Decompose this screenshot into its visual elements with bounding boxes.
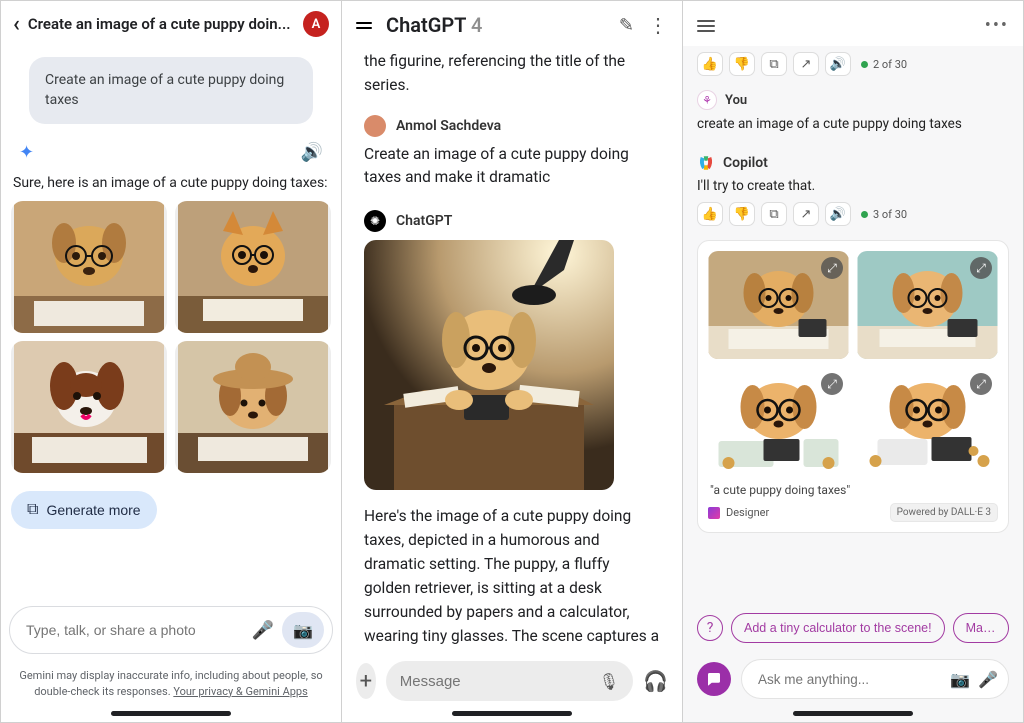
headphones-icon[interactable]: 🎧 (643, 669, 668, 693)
suggestion-row: ? Add a tiny calculator to the scene! Ma… (683, 601, 1023, 651)
suggestion-chip-1[interactable]: Add a tiny calculator to the scene! (731, 613, 945, 643)
user-message: Create an image of a cute puppy doing ta… (364, 143, 660, 190)
assistant-name: ChatGPT (396, 213, 452, 229)
image-caption: "a cute puppy doing taxes" (710, 483, 996, 497)
attach-icon[interactable]: + (356, 663, 376, 699)
copilot-header: ••• (683, 1, 1023, 46)
counter-2: 3 of 30 (861, 208, 907, 221)
expand-icon[interactable]: ⤢ (821, 257, 843, 279)
ask-input-wrapper[interactable]: 📷 🎤 (741, 659, 1009, 699)
share-icon[interactable]: ↗ (793, 202, 819, 226)
generated-image[interactable] (364, 240, 614, 490)
privacy-link[interactable]: Your privacy & Gemini Apps (173, 685, 307, 698)
images-icon: ⧉ (27, 501, 38, 519)
back-icon[interactable]: ‹ (13, 12, 20, 37)
copilot-image-4[interactable]: ⤢ (857, 367, 998, 475)
copilot-text-input[interactable] (758, 672, 942, 687)
help-icon[interactable]: ? (697, 615, 723, 641)
powered-by-label: Powered by DALL·E 3 (890, 503, 998, 522)
chatgpt-header: ChatGPT 4 ✎ ⋮ (342, 1, 682, 49)
suggestion-chip-2[interactable]: Make the puppy w (953, 613, 1009, 643)
copilot-image-3[interactable]: ⤢ (708, 367, 849, 475)
user-name: Anmol Sachdeva (396, 118, 501, 134)
mic-icon[interactable]: 🎤 (252, 620, 274, 641)
menu-icon[interactable] (356, 22, 372, 29)
gemini-input-bar[interactable]: 🎤 📷 (9, 606, 333, 654)
generated-image-grid (11, 201, 331, 473)
image-result-card: ⤢ ⤢ ⤢ ⤢ "a cute puppy doing taxes" Desig… (697, 240, 1009, 533)
home-indicator (111, 711, 231, 716)
designer-icon (708, 507, 720, 519)
chatgpt-avatar: ✺ (364, 210, 386, 232)
generate-more-button[interactable]: ⧉ Generate more (11, 491, 157, 529)
copilot-logo-icon (697, 154, 715, 172)
share-icon[interactable]: ↗ (793, 52, 819, 76)
copilot-image-1[interactable]: ⤢ (708, 251, 849, 359)
user-message-bubble: Create an image of a cute puppy doing ta… (29, 57, 313, 124)
gemini-header: ‹ Create an image of a cute puppy doin..… (1, 1, 341, 41)
assistant-description: Here's the image of a cute puppy doing t… (364, 504, 660, 651)
user-avatar (364, 115, 386, 137)
like-icon[interactable]: 👍 (697, 202, 723, 226)
new-chat-icon[interactable]: ✎ (619, 15, 634, 36)
counter-1: 2 of 30 (861, 58, 907, 71)
copilot-panel: ••• 👍 👎 ⧉ ↗ 🔊 2 of 30 ⚘ You create an im… (683, 1, 1023, 722)
generated-image-3[interactable] (11, 341, 167, 473)
speaker-icon[interactable]: 🔊 (301, 142, 323, 163)
expand-icon[interactable]: ⤢ (821, 373, 843, 395)
copilot-image-2[interactable]: ⤢ (857, 251, 998, 359)
read-aloud-icon[interactable]: 🔊 (825, 202, 851, 226)
gemini-panel: ‹ Create an image of a cute puppy doin..… (1, 1, 342, 722)
camera-icon[interactable]: 📷 (282, 612, 324, 648)
copilot-input-bar: 📷 🎤 (683, 651, 1023, 709)
action-row-1: 👍 👎 ⧉ ↗ 🔊 2 of 30 (697, 52, 1009, 76)
copilot-label: Copilot (723, 155, 768, 171)
chatgpt-panel: ChatGPT 4 ✎ ⋮ the figurine, referencing … (342, 1, 683, 722)
copy-icon[interactable]: ⧉ (761, 52, 787, 76)
expand-icon[interactable]: ⤢ (970, 373, 992, 395)
copilot-message: I'll try to create that. (697, 178, 1009, 194)
dislike-icon[interactable]: 👎 (729, 52, 755, 76)
conversation-title: Create an image of a cute puppy doin... (28, 15, 295, 33)
copy-icon[interactable]: ⧉ (761, 202, 787, 226)
chatgpt-text-input[interactable] (400, 673, 599, 690)
home-indicator (793, 711, 913, 716)
home-indicator (452, 711, 572, 716)
gemini-text-input[interactable] (26, 622, 244, 638)
new-topic-button[interactable] (697, 662, 731, 696)
like-icon[interactable]: 👍 (697, 52, 723, 76)
chatgpt-input-bar: + 🎙 🎧 (342, 651, 682, 709)
menu-icon[interactable] (697, 20, 715, 32)
chatgpt-title[interactable]: ChatGPT 4 (386, 13, 605, 37)
generated-image-1[interactable] (11, 201, 167, 333)
you-avatar: ⚘ (697, 90, 717, 110)
expand-icon[interactable]: ⤢ (970, 257, 992, 279)
generated-image-4[interactable] (175, 341, 331, 473)
generate-more-label: Generate more (46, 502, 140, 518)
dislike-icon[interactable]: 👎 (729, 202, 755, 226)
you-message: create an image of a cute puppy doing ta… (697, 116, 1009, 132)
mic-icon[interactable]: 🎙 (599, 672, 619, 691)
previous-fragment: the figurine, referencing the title of t… (364, 49, 660, 97)
assistant-intro-text: Sure, here is an image of a cute puppy d… (11, 171, 331, 201)
more-icon[interactable]: ⋮ (648, 13, 668, 37)
read-aloud-icon[interactable]: 🔊 (825, 52, 851, 76)
gemini-disclaimer: Gemini may display inaccurate info, incl… (1, 662, 341, 709)
camera-icon[interactable]: 📷 (950, 670, 970, 689)
action-row-2: 👍 👎 ⧉ ↗ 🔊 3 of 30 (697, 202, 1009, 226)
generated-image-2[interactable] (175, 201, 331, 333)
message-input-wrapper[interactable]: 🎙 (386, 661, 633, 701)
mic-icon[interactable]: 🎤 (978, 670, 998, 689)
account-avatar[interactable]: A (303, 11, 329, 37)
designer-badge[interactable]: Designer (708, 506, 769, 519)
more-icon[interactable]: ••• (985, 15, 1009, 36)
you-label: You (725, 93, 747, 108)
sparkle-icon: ✦ (19, 142, 34, 163)
